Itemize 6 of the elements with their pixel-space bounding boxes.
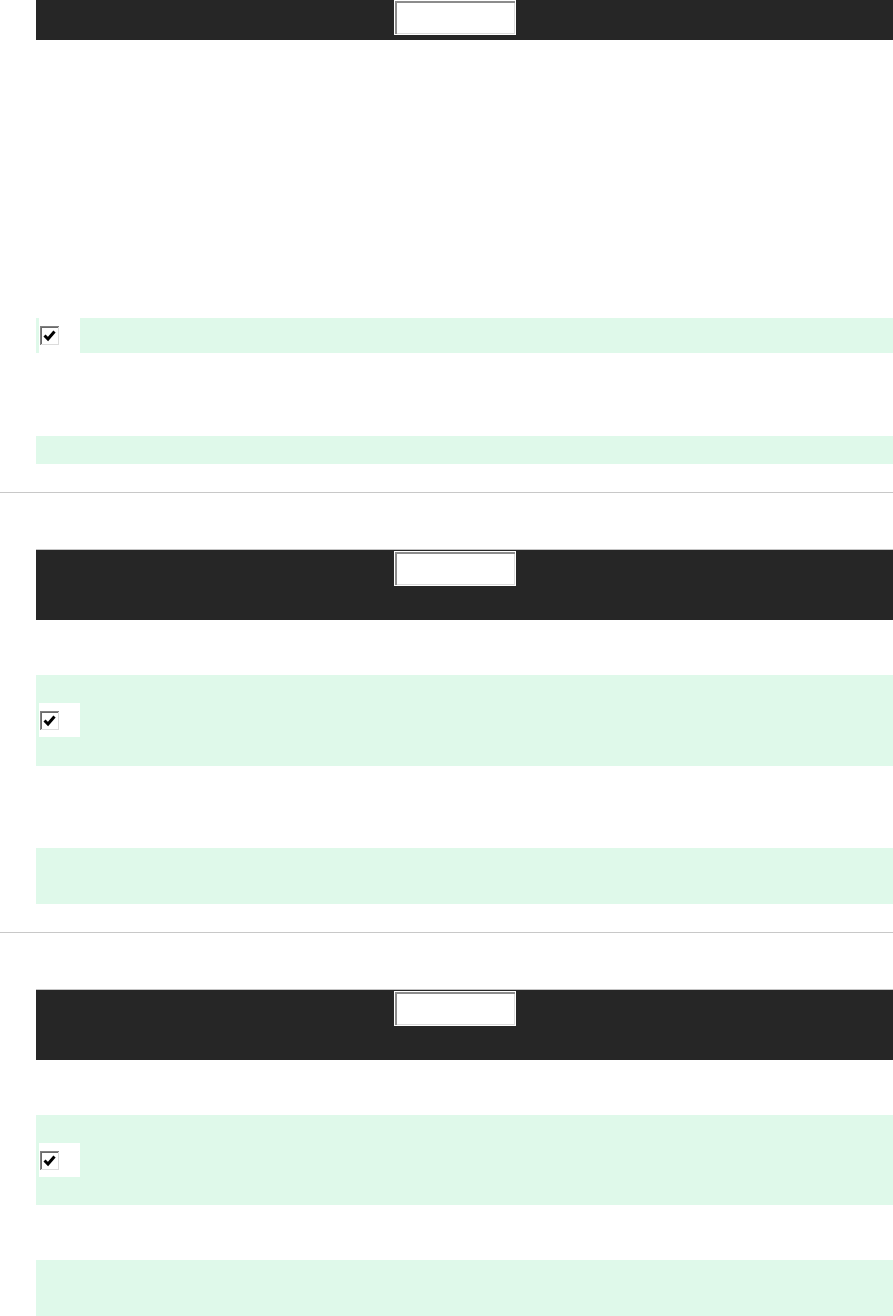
checkbox[interactable] (40, 1150, 59, 1170)
text-field[interactable] (394, 0, 516, 35)
text-field[interactable] (394, 551, 516, 586)
checkbox[interactable] (40, 326, 59, 345)
text-field[interactable] (394, 991, 516, 1026)
checkbox[interactable] (40, 710, 59, 730)
